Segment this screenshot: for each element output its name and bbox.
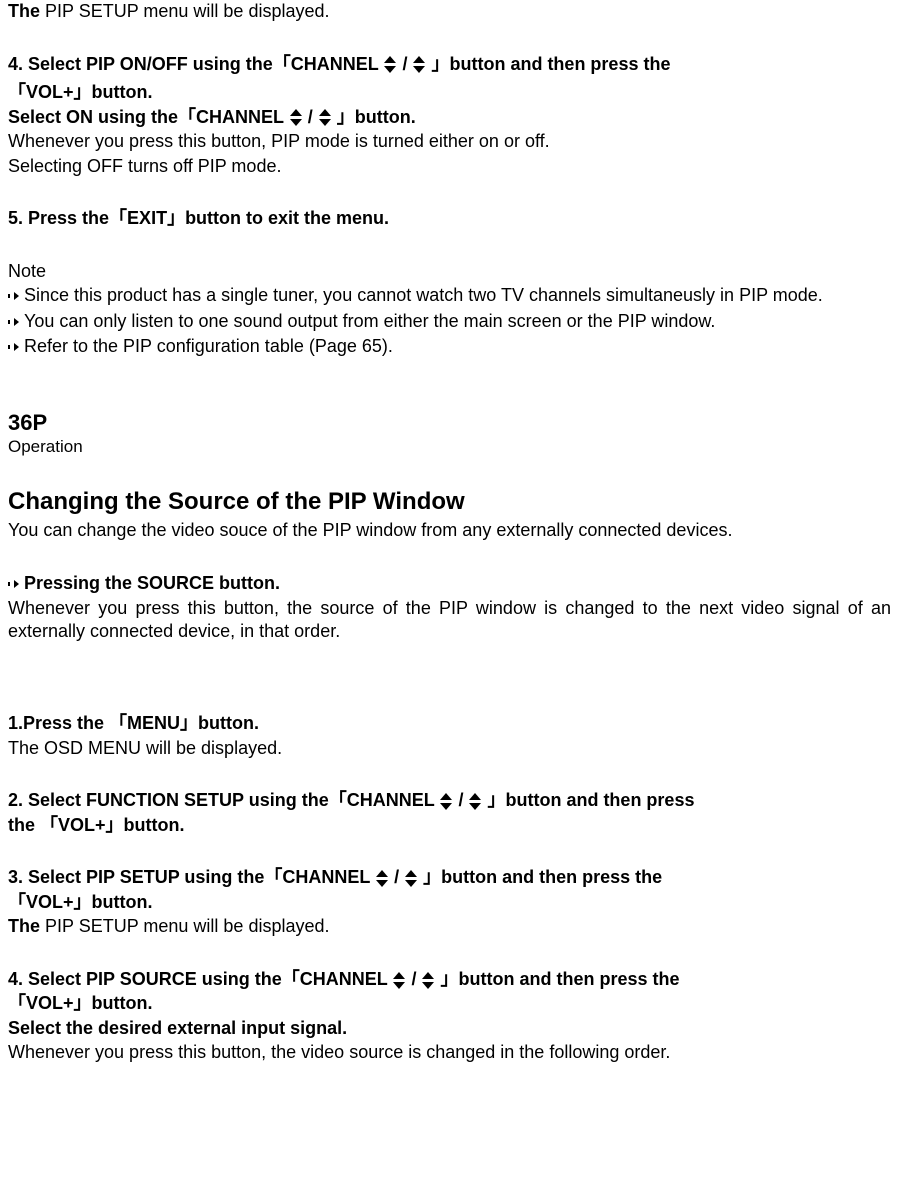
b-step4-body: Whenever you press this button, the vide… <box>8 1041 891 1064</box>
hand-point-icon <box>8 285 20 308</box>
updown-icon <box>440 793 452 810</box>
step4b-post: 」button. <box>337 107 416 127</box>
updown-icon <box>290 109 302 126</box>
b-step4-pre: 4. Select PIP SOURCE using the「CHANNEL <box>8 969 387 989</box>
note-3: Refer to the PIP configuration table (Pa… <box>8 335 891 359</box>
page-section: Operation <box>8 436 891 457</box>
b-step4-line2: 「VOL+」button. <box>8 992 891 1015</box>
note-2: You can only listen to one sound output … <box>8 310 891 334</box>
updown-icon <box>376 870 388 887</box>
step4b-mid: / <box>308 107 318 127</box>
step4b-line1: Select ON using the「CHANNEL / 」button. <box>8 106 891 129</box>
updown-icon <box>393 972 405 989</box>
b-step2-mid: / <box>458 790 468 810</box>
b-step4-sub: Select the desired external input signal… <box>8 1017 891 1040</box>
step4a-post: 」button and then press the <box>431 54 670 74</box>
b-step3-body: The PIP SETUP menu will be displayed. <box>8 915 891 938</box>
note-1: Since this product has a single tuner, y… <box>8 284 891 308</box>
top-line-rest: PIP SETUP menu will be displayed. <box>40 1 329 21</box>
note2-text: You can only listen to one sound output … <box>24 311 715 331</box>
hand-point-icon <box>8 573 20 596</box>
press-source-heading: Pressing the SOURCE button. <box>24 573 280 593</box>
b-step3-pre: 3. Select PIP SETUP using the「CHANNEL <box>8 867 370 887</box>
step4a-mid: / <box>402 54 412 74</box>
b-step1: 1.Press the 「MENU」button. <box>8 712 891 735</box>
updown-icon <box>319 109 331 126</box>
press-source-heading-line: Pressing the SOURCE button. <box>8 572 891 596</box>
b-step3-body-rest: PIP SETUP menu will be displayed. <box>40 916 329 936</box>
step4a-pre: 4. Select PIP ON/OFF using the「CHANNEL <box>8 54 378 74</box>
section-subtext: You can change the video souce of the PI… <box>8 519 891 542</box>
step4a-line1: 4. Select PIP ON/OFF using the「CHANNEL /… <box>8 53 891 76</box>
b-step2-line2: the 「VOL+」button. <box>8 814 891 837</box>
b-step4-post: 」button and then press the <box>440 969 679 989</box>
note-heading: Note <box>8 260 891 283</box>
b-step3-mid: / <box>394 867 404 887</box>
updown-icon <box>405 870 417 887</box>
updown-icon <box>422 972 434 989</box>
step4b-pre: Select ON using the「CHANNEL <box>8 107 284 127</box>
updown-icon <box>469 793 481 810</box>
step4a-line2: 「VOL+」button. <box>8 81 891 104</box>
b-step2-pre: 2. Select FUNCTION SETUP using the「CHANN… <box>8 790 434 810</box>
hand-point-icon <box>8 336 20 359</box>
hand-point-icon <box>8 311 20 334</box>
b-step1-body: The OSD MENU will be displayed. <box>8 737 891 760</box>
step4b-body1: Whenever you press this button, PIP mode… <box>8 130 891 153</box>
b-step3-line1: 3. Select PIP SETUP using the「CHANNEL / … <box>8 866 891 889</box>
step4b-body2: Selecting OFF turns off PIP mode. <box>8 155 891 178</box>
pip-setup-displayed-1: The PIP SETUP menu will be displayed. <box>8 0 891 23</box>
the-prefix: The <box>8 1 40 21</box>
b-step3-line2: 「VOL+」button. <box>8 891 891 914</box>
note1-text: Since this product has a single tuner, y… <box>24 285 823 305</box>
updown-icon <box>413 56 425 73</box>
b-step2-post: 」button and then press <box>487 790 694 810</box>
b-step3-body-prefix: The <box>8 916 40 936</box>
updown-icon <box>384 56 396 73</box>
press-source-body: Whenever you press this button, the sour… <box>8 597 891 642</box>
b-step4-mid: / <box>411 969 421 989</box>
b-step2-line1: 2. Select FUNCTION SETUP using the「CHANN… <box>8 789 891 812</box>
page-number: 36P <box>8 409 891 437</box>
section-heading: Changing the Source of the PIP Window <box>8 487 891 517</box>
b-step4-line1: 4. Select PIP SOURCE using the「CHANNEL /… <box>8 968 891 991</box>
note3-text: Refer to the PIP configuration table (Pa… <box>24 336 393 356</box>
b-step3-post: 」button and then press the <box>423 867 662 887</box>
step5-line: 5. Press the「EXIT」button to exit the men… <box>8 207 891 230</box>
